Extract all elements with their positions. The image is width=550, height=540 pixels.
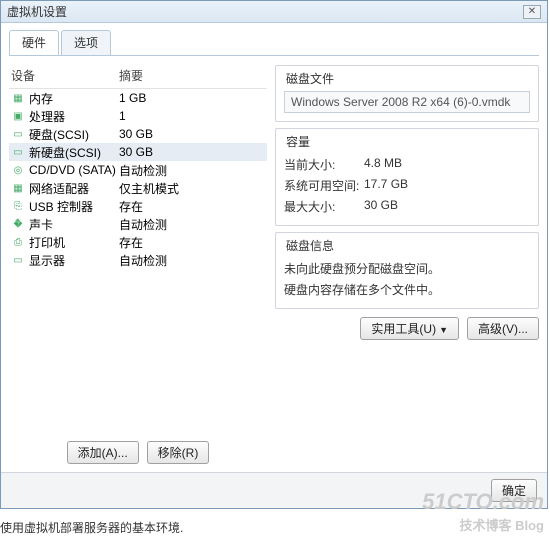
hardware-list[interactable]: ▦ 内存 1 GB ▣ 处理器 1 ▭ 硬盘(SCSI) 30 GB ▭ 新硬盘(SCSI) 30 G… <box>9 89 267 269</box>
device-icon: ▭ <box>11 146 25 158</box>
list-buttons: 添加(A)... 移除(R) <box>9 441 267 464</box>
disk-info-group: 磁盘信息 未向此硬盘预分配磁盘空间。 硬盘内容存储在多个文件中。 <box>275 232 539 309</box>
titlebar: 虚拟机设置 ✕ <box>1 1 547 23</box>
device-name: CD/DVD (SATA) <box>29 163 116 177</box>
list-header: 设备 摘要 <box>9 65 267 89</box>
disk-file-title: 磁盘文件 <box>282 70 338 87</box>
device-summary: 30 GB <box>119 145 265 159</box>
device-icon: ▣ <box>11 110 25 122</box>
dialog-footer: 确定 <box>1 472 547 508</box>
device-name: 声卡 <box>29 216 53 233</box>
device-summary: 1 <box>119 109 265 123</box>
device-name: 网络适配器 <box>29 180 89 197</box>
device-icon: �ާ <box>11 218 25 230</box>
col-summary: 摘要 <box>119 67 265 84</box>
hardware-row[interactable]: ◎ CD/DVD (SATA)自动检测 <box>9 161 267 179</box>
free-space-label: 系统可用空间: <box>284 177 364 194</box>
col-device: 设备 <box>11 67 119 84</box>
disk-info-line2: 硬盘内容存储在多个文件中。 <box>284 279 530 300</box>
device-summary: 自动检测 <box>119 252 265 269</box>
close-icon[interactable]: ✕ <box>523 5 541 19</box>
utility-button[interactable]: 实用工具(U)▼ <box>360 317 459 340</box>
device-name: 内存 <box>29 90 53 107</box>
device-name: 打印机 <box>29 234 65 251</box>
tab-options[interactable]: 选项 <box>61 30 111 55</box>
hardware-row[interactable]: �ާ 声卡 自动检测 <box>9 215 267 233</box>
hardware-row[interactable]: ▦ 内存 1 GB <box>9 89 267 107</box>
disk-file-value: Windows Server 2008 R2 x64 (6)-0.vmdk <box>284 91 530 113</box>
hardware-row[interactable]: ▭ 显示器 自动检测 <box>9 251 267 269</box>
device-icon: ⎘ <box>11 200 25 212</box>
hardware-list-panel: 设备 摘要 ▦ 内存 1 GB ▣ 处理器 1 ▭ 硬盘(SCSI) 30 GB ▭ 新硬盘(SCS… <box>9 65 267 464</box>
device-icon: ▦ <box>11 92 25 104</box>
disk-file-group: 磁盘文件 Windows Server 2008 R2 x64 (6)-0.vm… <box>275 65 539 122</box>
hardware-row[interactable]: ▭ 硬盘(SCSI) 30 GB <box>9 125 267 143</box>
disk-info-line1: 未向此硬盘预分配磁盘空间。 <box>284 258 530 279</box>
vm-settings-window: 虚拟机设置 ✕ 硬件 选项 设备 摘要 ▦ 内存 1 GB ▣ 处理器 1 ▭ 硬盘(SCSI… <box>0 0 548 509</box>
device-summary: 1 GB <box>119 91 265 105</box>
current-size-value: 4.8 MB <box>364 156 402 173</box>
detail-panel: 磁盘文件 Windows Server 2008 R2 x64 (6)-0.vm… <box>275 65 539 464</box>
device-summary: 30 GB <box>119 127 265 141</box>
add-button[interactable]: 添加(A)... <box>67 441 139 464</box>
ok-button[interactable]: 确定 <box>491 479 537 502</box>
hardware-row[interactable]: ⎘ USB 控制器 存在 <box>9 197 267 215</box>
device-summary: 自动检测 <box>119 162 265 179</box>
hardware-row[interactable]: ▦ 网络适配器 仅主机模式 <box>9 179 267 197</box>
device-name: USB 控制器 <box>29 198 93 215</box>
device-name: 处理器 <box>29 108 65 125</box>
tab-bar: 硬件 选项 <box>9 30 539 56</box>
device-summary: 存在 <box>119 198 265 215</box>
hardware-row[interactable]: ⎙ 打印机 存在 <box>9 233 267 251</box>
free-space-value: 17.7 GB <box>364 177 408 194</box>
device-name: 新硬盘(SCSI) <box>29 144 101 161</box>
watermark-small: 技术博客 Blog <box>422 515 544 534</box>
chevron-down-icon: ▼ <box>439 325 448 335</box>
device-icon: ▭ <box>11 254 25 266</box>
caption-text: 使用虚拟机部署服务器的基本环境. <box>0 519 183 536</box>
device-icon: ▦ <box>11 182 25 194</box>
device-summary: 自动检测 <box>119 216 265 233</box>
device-icon: ⎙ <box>11 236 25 248</box>
device-summary: 存在 <box>119 234 265 251</box>
remove-button[interactable]: 移除(R) <box>147 441 210 464</box>
device-icon: ◎ <box>11 164 25 176</box>
device-name: 显示器 <box>29 252 65 269</box>
device-name: 硬盘(SCSI) <box>29 126 89 143</box>
hardware-row[interactable]: ▭ 新硬盘(SCSI) 30 GB <box>9 143 267 161</box>
window-title: 虚拟机设置 <box>7 3 67 20</box>
hardware-row[interactable]: ▣ 处理器 1 <box>9 107 267 125</box>
max-size-value: 30 GB <box>364 198 398 215</box>
capacity-group: 容量 当前大小:4.8 MB 系统可用空间:17.7 GB 最大大小:30 GB <box>275 128 539 226</box>
max-size-label: 最大大小: <box>284 198 364 215</box>
capacity-title: 容量 <box>282 133 314 150</box>
advanced-button[interactable]: 高级(V)... <box>467 317 539 340</box>
tab-hardware[interactable]: 硬件 <box>9 30 59 55</box>
disk-info-title: 磁盘信息 <box>282 237 338 254</box>
device-summary: 仅主机模式 <box>119 180 265 197</box>
current-size-label: 当前大小: <box>284 156 364 173</box>
device-icon: ▭ <box>11 128 25 140</box>
